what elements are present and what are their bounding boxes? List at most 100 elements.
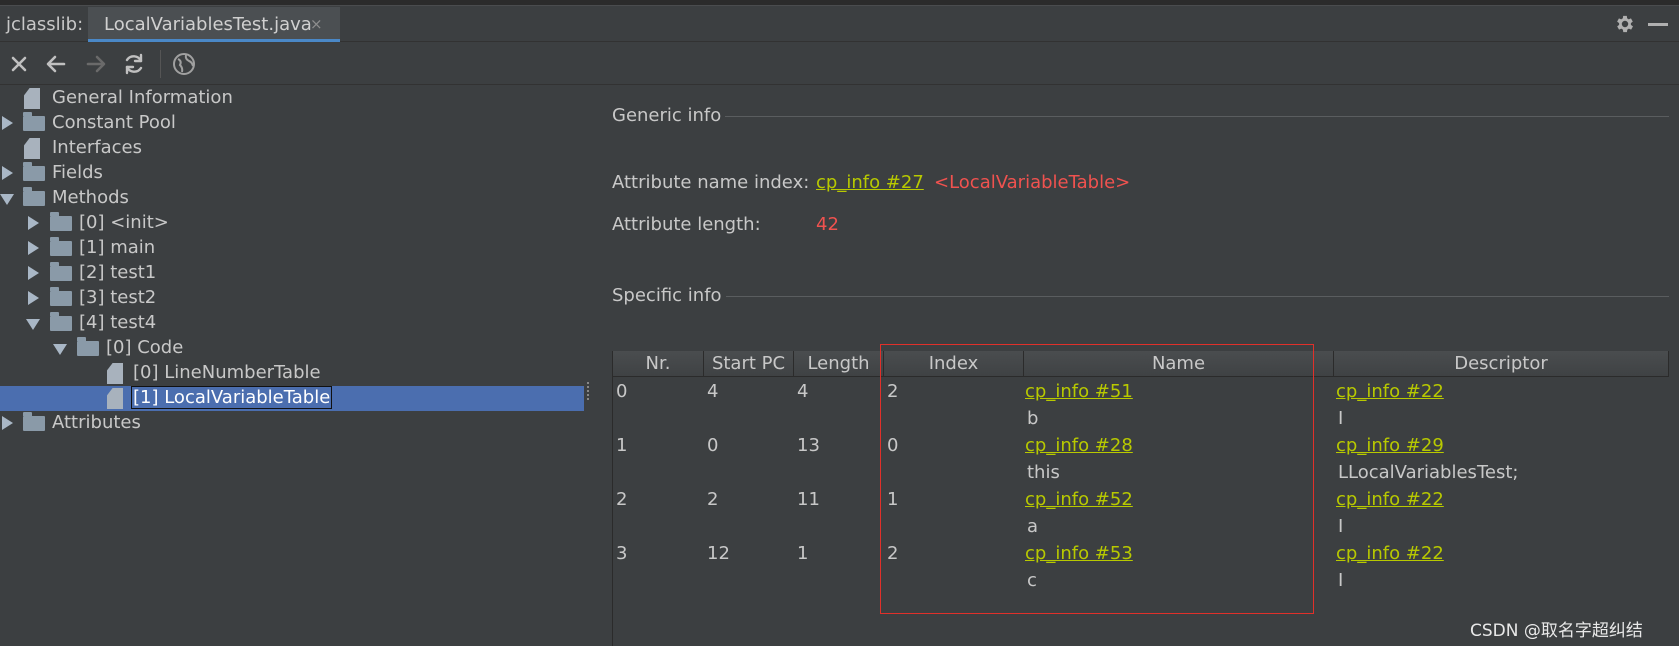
splitter-handle[interactable] <box>586 380 592 404</box>
file-icon <box>24 88 40 109</box>
file-icon <box>24 138 40 159</box>
cell-start-pc: 4 <box>707 381 719 402</box>
column-header-start-pc[interactable]: Start PC <box>704 351 794 377</box>
class-structure-tree: General Information Constant Pool Interf… <box>0 86 584 646</box>
tree-item-method-init[interactable]: [0] <init> <box>0 211 584 236</box>
cell-descriptor-value: I <box>1338 408 1344 429</box>
tree-item-method-test1[interactable]: [2] test1 <box>0 261 584 286</box>
expand-arrow-icon[interactable] <box>28 241 39 255</box>
expand-arrow-icon[interactable] <box>2 416 13 430</box>
folder-icon <box>50 212 72 231</box>
cell-nr: 0 <box>616 381 628 402</box>
tab-localvariablestest[interactable]: LocalVariablesTest.java × <box>88 7 340 42</box>
close-tab-icon[interactable]: × <box>310 15 323 33</box>
jclasslib-window: jclasslib: LocalVariablesTest.java × Gen… <box>0 0 1679 646</box>
cell-start-pc: 0 <box>707 435 719 456</box>
specific-info-title: Specific info <box>612 285 722 306</box>
cell-nr: 2 <box>616 489 628 510</box>
cell-descriptor-value: I <box>1338 516 1344 537</box>
tree-item-linenumbertable[interactable]: [0] LineNumberTable <box>0 361 584 386</box>
collapse-arrow-icon[interactable] <box>26 319 40 330</box>
tree-item-label: [1] LocalVariableTable <box>131 386 333 409</box>
tree-item-fields[interactable]: Fields <box>0 161 584 186</box>
cell-length: 4 <box>797 381 809 402</box>
tree-item-label: Methods <box>52 187 129 208</box>
column-header-descriptor[interactable]: Descriptor <box>1334 351 1669 377</box>
tree-item-interfaces[interactable]: Interfaces <box>0 136 584 161</box>
minimize-icon[interactable] <box>1648 23 1668 26</box>
folder-icon <box>23 162 45 181</box>
attribute-name-index-link[interactable]: cp_info #27 <box>816 172 924 193</box>
folder-icon <box>50 237 72 256</box>
folder-icon <box>50 262 72 281</box>
folder-icon <box>50 312 72 331</box>
column-header-length[interactable]: Length <box>794 351 884 377</box>
tree-item-label: [0] Code <box>106 337 184 358</box>
expand-arrow-icon[interactable] <box>28 291 39 305</box>
folder-icon <box>50 287 72 306</box>
tree-item-attributes[interactable]: Attributes <box>0 411 584 436</box>
tree-item-localvariabletable[interactable]: [1] LocalVariableTable <box>0 386 584 411</box>
expand-arrow-icon[interactable] <box>28 266 39 280</box>
tree-item-label: General Information <box>52 87 233 108</box>
refresh-icon[interactable] <box>121 51 147 77</box>
tab-label: LocalVariablesTest.java <box>104 14 312 35</box>
folder-icon <box>23 412 45 431</box>
expand-arrow-icon[interactable] <box>2 166 13 180</box>
cell-descriptor-link[interactable]: cp_info #22 <box>1336 543 1444 564</box>
close-icon[interactable] <box>6 51 32 77</box>
tab-bar: jclasslib: LocalVariablesTest.java × <box>0 6 1679 42</box>
cell-nr: 1 <box>616 435 628 456</box>
collapse-arrow-icon[interactable] <box>0 194 14 205</box>
column-header-nr[interactable]: Nr. <box>613 351 704 377</box>
generic-info-title: Generic info <box>612 105 722 126</box>
tree-item-label: Attributes <box>52 412 141 433</box>
file-icon <box>107 388 123 409</box>
tree-item-label: [0] <init> <box>79 212 169 233</box>
tool-window-title: jclasslib: <box>6 14 84 35</box>
tree-item-label: Interfaces <box>52 137 142 158</box>
annotation-highlight-box <box>880 344 1314 614</box>
tree-item-code[interactable]: [0] Code <box>0 336 584 361</box>
cell-descriptor-link[interactable]: cp_info #22 <box>1336 489 1444 510</box>
folder-icon <box>77 337 99 356</box>
cell-descriptor-link[interactable]: cp_info #22 <box>1336 381 1444 402</box>
file-icon <box>107 363 123 384</box>
cell-start-pc: 12 <box>707 543 730 564</box>
cell-descriptor-value: LLocalVariablesTest; <box>1338 462 1519 483</box>
cell-start-pc: 2 <box>707 489 719 510</box>
section-divider <box>725 116 1669 117</box>
tree-item-general-information[interactable]: General Information <box>0 86 584 111</box>
collapse-arrow-icon[interactable] <box>53 344 67 355</box>
attribute-length-label: Attribute length: <box>612 214 761 235</box>
tree-item-label: [2] test1 <box>79 262 157 283</box>
cell-nr: 3 <box>616 543 628 564</box>
cell-length: 13 <box>797 435 820 456</box>
toolbar <box>0 43 1679 85</box>
back-arrow-icon[interactable] <box>43 51 69 77</box>
attribute-length-value: 42 <box>816 214 839 235</box>
watermark: CSDN @取名字超纠结 <box>1470 621 1643 641</box>
tree-item-label: [4] test4 <box>79 312 157 333</box>
tree-item-method-test4[interactable]: [4] test4 <box>0 311 584 336</box>
tree-item-label: [3] test2 <box>79 287 157 308</box>
tree-item-method-main[interactable]: [1] main <box>0 236 584 261</box>
tree-item-label: Constant Pool <box>52 112 176 133</box>
tree-item-constant-pool[interactable]: Constant Pool <box>0 111 584 136</box>
expand-arrow-icon[interactable] <box>28 216 39 230</box>
expand-arrow-icon[interactable] <box>2 116 13 130</box>
tree-item-label: [1] main <box>79 237 156 258</box>
tree-item-label: Fields <box>52 162 103 183</box>
globe-icon[interactable] <box>171 51 197 77</box>
tree-item-method-test2[interactable]: [3] test2 <box>0 286 584 311</box>
cell-descriptor-value: I <box>1338 570 1344 591</box>
forward-arrow-icon[interactable] <box>83 51 109 77</box>
tree-item-methods[interactable]: Methods <box>0 186 584 211</box>
cell-descriptor-link[interactable]: cp_info #29 <box>1336 435 1444 456</box>
cell-length: 1 <box>797 543 809 564</box>
section-divider <box>726 296 1669 297</box>
attribute-name-index-label: Attribute name index: <box>612 172 810 193</box>
gear-icon[interactable] <box>1614 13 1636 35</box>
attribute-name-value: <LocalVariableTable> <box>934 172 1131 193</box>
cell-length: 11 <box>797 489 820 510</box>
